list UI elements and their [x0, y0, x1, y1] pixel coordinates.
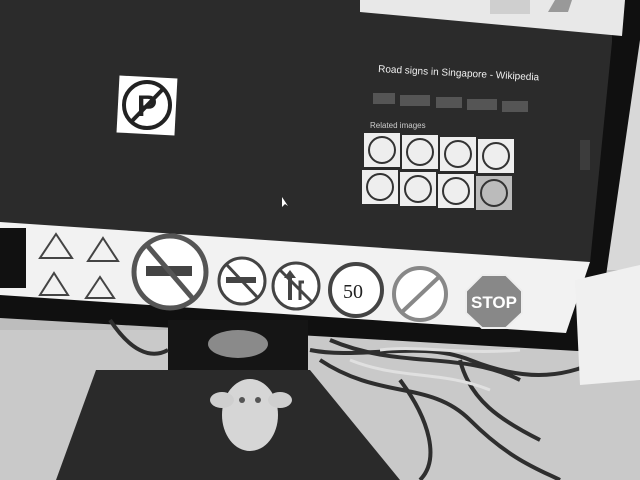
related-images-label: Related images	[370, 121, 426, 130]
power-strip	[575, 265, 640, 385]
no-turn-sign	[271, 261, 321, 311]
size-chip-1[interactable]	[373, 93, 395, 104]
strip-left-block	[0, 228, 26, 288]
stop-sign: STOP	[465, 274, 523, 329]
photo-scene: P Road signs in Singapore - Wikipedia Re…	[0, 0, 640, 480]
speed-limit-value: 50	[343, 281, 363, 303]
size-chip-2[interactable]	[400, 95, 430, 106]
no-horn-sign	[131, 233, 209, 311]
size-chip-5[interactable]	[502, 101, 528, 112]
screen-dark-area	[0, 0, 612, 263]
size-chip-4[interactable]	[467, 99, 497, 110]
speed-limit-sign: 50	[328, 262, 384, 318]
next-arrow[interactable]	[580, 140, 590, 170]
stop-sign-label: STOP	[471, 293, 517, 312]
stand-ring	[208, 330, 268, 358]
prohibition-sign	[392, 266, 448, 322]
no-horn-small-sign	[217, 256, 267, 306]
size-chip-3[interactable]	[436, 97, 462, 108]
no-parking-preview[interactable]: P	[116, 75, 178, 136]
top-thumbnail	[490, 0, 530, 14]
